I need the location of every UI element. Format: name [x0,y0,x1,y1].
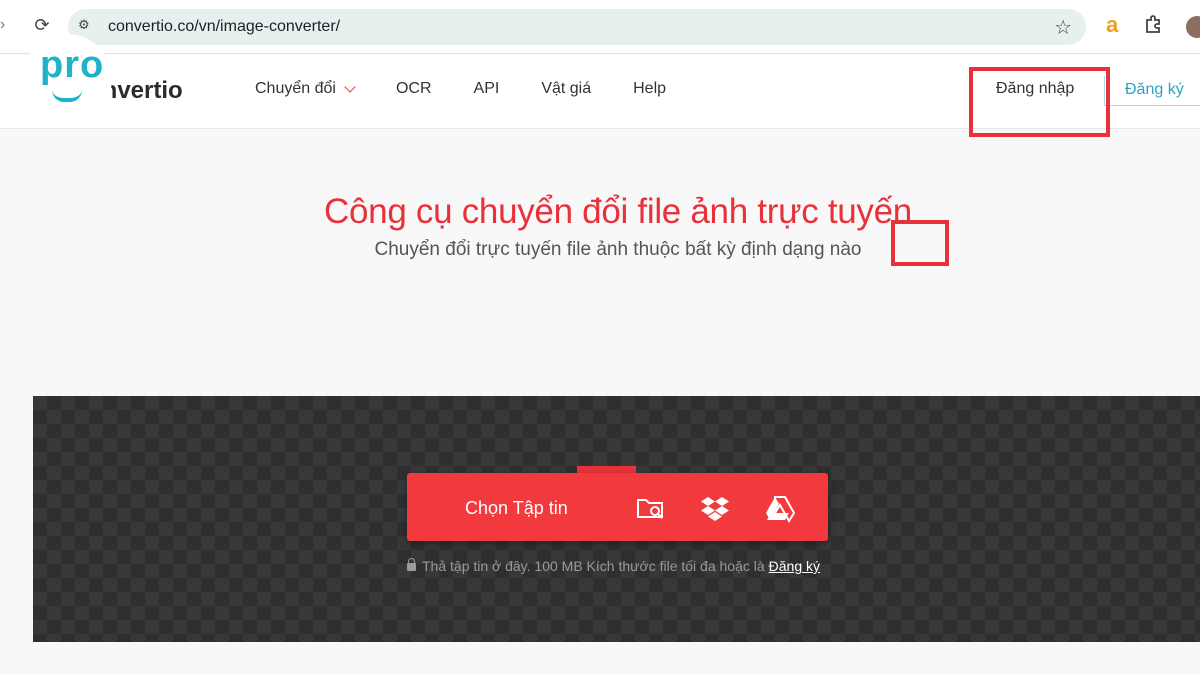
extension-a-icon[interactable]: a [1106,13,1118,37]
folder-search-icon[interactable] [635,493,665,523]
lock-icon [407,558,416,571]
pro-watermark-text: pro [40,44,105,86]
nav-item-help[interactable]: Help [633,80,666,98]
nav-item-label: Chuyển đổi [255,80,336,97]
profile-avatar[interactable] [1186,16,1200,38]
hint-signup-link[interactable]: Đăng ký [769,558,820,574]
url-text[interactable]: convertio.co/vn/image-converter/ [108,18,340,36]
upload-hint: Thả tập tin ở đây. 100 MB Kích thước fil… [407,558,820,574]
site-info-icon[interactable]: ⚙ [78,17,90,33]
page-title: Công cụ chuyển đổi file ảnh trực tuyến [324,192,912,231]
bookmark-star-icon[interactable]: ☆ [1054,15,1072,40]
login-highlight-box [969,67,1110,137]
nav-item-convert[interactable]: Chuyển đổi [255,80,356,98]
signup-label: Đăng ký [1125,81,1184,98]
google-drive-icon[interactable] [765,493,795,523]
nav-item-api[interactable]: API [474,80,500,98]
signup-button[interactable]: Đăng ký [1104,76,1200,106]
annotation-highlight-box [891,220,949,266]
chevron-down-icon [344,81,356,93]
main-nav: Chuyển đổi OCR API Vật giá Help [255,80,708,98]
upload-button-bar: Chọn Tập tin [407,473,828,541]
address-bar[interactable]: ⚙ convertio.co/vn/image-converter/ ☆ [68,9,1086,45]
file-dropzone[interactable]: Chọn Tập tin Thả tập tin ở đây. 100 MB K… [33,396,1200,642]
browser-toolbar: › ⟳ ⚙ convertio.co/vn/image-converter/ ☆… [0,0,1200,54]
nav-item-label: Vật giá [541,80,592,97]
choose-file-button[interactable]: Chọn Tập tin [465,498,568,519]
nav-item-label: API [473,80,500,97]
pro-watermark-logo: pro [22,34,112,124]
forward-arrow-icon[interactable]: › [0,16,5,34]
nav-item-ocr[interactable]: OCR [396,80,432,98]
page-subtitle: Chuyển đổi trực tuyến file ảnh thuộc bất… [374,239,862,260]
pro-smile-icon [52,90,82,102]
extensions-puzzle-icon[interactable] [1144,14,1164,34]
dropbox-icon[interactable] [700,493,730,523]
reload-icon[interactable]: ⟳ [31,14,53,36]
nav-item-label: Help [633,80,667,97]
nav-item-label: OCR [395,80,432,97]
nav-item-pricing[interactable]: Vật giá [541,80,591,98]
upload-hint-text: Thả tập tin ở đây. 100 MB Kích thước fil… [422,558,765,574]
